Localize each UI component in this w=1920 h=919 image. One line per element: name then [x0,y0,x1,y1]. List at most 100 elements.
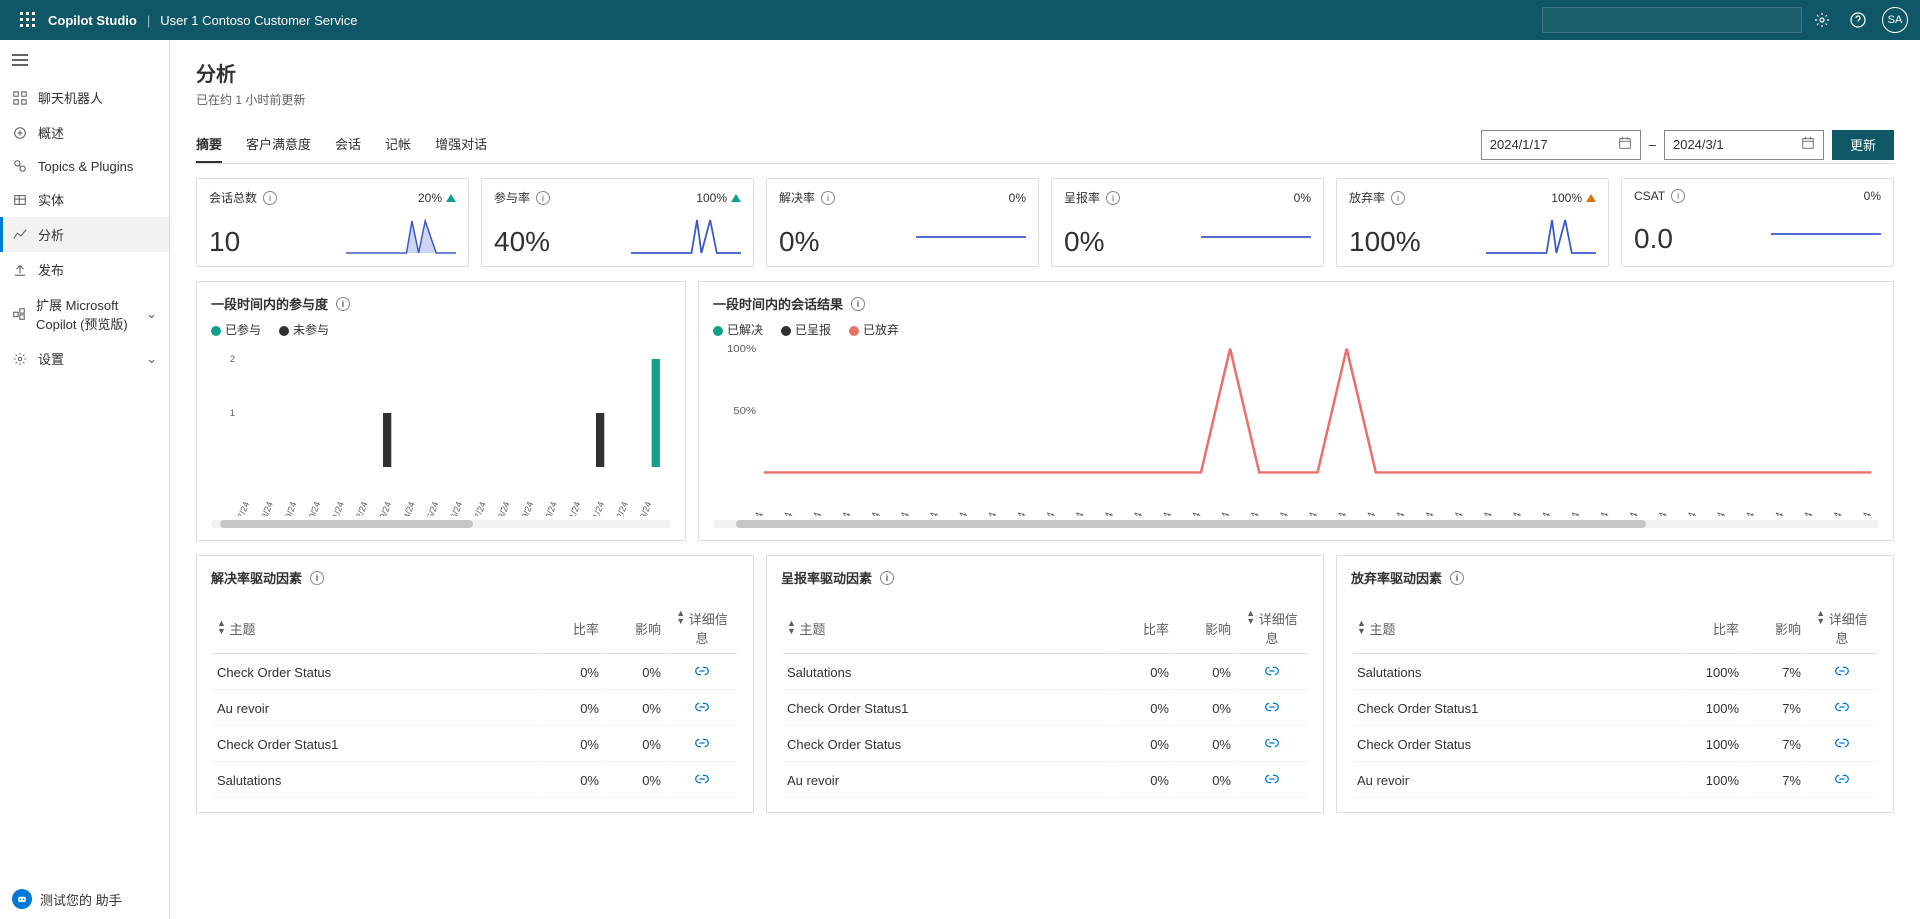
svg-text:1/24/24: 1/24/24 [397,500,417,516]
svg-text:1/19/24: 1/19/24 [279,500,299,516]
col-topic[interactable]: ▲▼ 主题 [783,603,1111,654]
svg-text:1: 1 [230,408,235,418]
environment-switcher[interactable] [1542,7,1802,33]
info-icon[interactable]: i [1671,189,1685,203]
svg-text:2/7/24: 2/7/24 [1356,511,1379,516]
svg-text:1/25/24: 1/25/24 [421,500,441,516]
detail-link-icon[interactable] [693,737,711,752]
svg-text:1/26/24: 1/26/24 [444,500,464,516]
detail-link-icon[interactable] [1263,773,1281,788]
kpi-row: 会话总数 i 20% 10 参与率 i 100% 40% 解决率 i 0% 0% [196,178,1894,267]
col-topic[interactable]: ▲▼ 主题 [1353,603,1681,654]
info-icon[interactable]: i [880,571,894,585]
refresh-button[interactable]: 更新 [1832,130,1894,160]
info-icon[interactable]: i [1391,191,1405,205]
info-icon[interactable]: i [310,571,324,585]
col-rate[interactable]: 比率 [1683,603,1743,654]
table-row: Check Order Status100% 7% [1353,728,1877,762]
kpi-card-5: CSAT i 0% 0.0 [1621,178,1894,267]
chart-scrollbar[interactable] [211,520,671,528]
sidebar-item-label: 聊天机器人 [38,88,103,107]
svg-text:2/17/24: 2/17/24 [1645,511,1670,516]
tab-4[interactable]: 增强对话 [435,126,487,163]
svg-text:2/10/24: 2/10/24 [1441,511,1466,516]
detail-link-icon[interactable] [693,665,711,680]
detail-link-icon[interactable] [1263,701,1281,716]
waffle-icon[interactable] [12,4,44,36]
tab-1[interactable]: 客户满意度 [246,126,311,163]
col-impact[interactable]: 影响 [605,603,665,654]
detail-link-icon[interactable] [1833,773,1851,788]
sidebar-item-upload[interactable]: 发布 [0,252,169,287]
tab-0[interactable]: 摘要 [196,126,222,163]
kpi-card-0: 会话总数 i 20% 10 [196,178,469,267]
sidebar-item-gear[interactable]: 设置 ⌄ [0,341,169,376]
date-from-input[interactable]: 2024/1/17 [1481,130,1641,160]
gear-icon [12,351,28,367]
detail-link-icon[interactable] [693,773,711,788]
date-to-input[interactable]: 2024/3/1 [1664,130,1824,160]
test-copilot-button[interactable]: 测试您的 助手 [0,879,169,919]
info-icon[interactable]: i [821,191,835,205]
detail-link-icon[interactable] [1833,737,1851,752]
topics-icon [12,158,28,174]
sidebar-item-label: 发布 [38,260,64,279]
info-icon[interactable]: i [1450,571,1464,585]
svg-text:1/28/24: 1/28/24 [492,500,512,516]
tab-2[interactable]: 会话 [335,126,361,163]
detail-link-icon[interactable] [1833,701,1851,716]
sidebar-item-label: 扩展 Microsoft Copilot (预览版) [36,295,146,333]
svg-text:2/20/24: 2/20/24 [1733,511,1758,516]
col-detail[interactable]: ▲▼ 详细信息 [1237,603,1307,654]
calendar-icon [1618,136,1632,153]
kpi-value: 100% [1349,226,1421,258]
svg-text:1/29/24: 1/29/24 [515,500,535,516]
sidebar-item-entity[interactable]: 实体 [0,182,169,217]
sparkline [346,215,456,258]
sidebar-item-chart[interactable]: 分析 [0,217,169,252]
svg-text:2/3/24: 2/3/24 [1240,511,1263,516]
detail-link-icon[interactable] [1263,665,1281,680]
table-row: Check Order Status10% 0% [213,728,737,762]
user-avatar[interactable]: SA [1882,7,1908,33]
col-rate[interactable]: 比率 [543,603,603,654]
col-detail[interactable]: ▲▼ 详细信息 [667,603,737,654]
col-detail[interactable]: ▲▼ 详细信息 [1807,603,1877,654]
chevron-down-icon: ⌄ [146,351,157,367]
col-impact[interactable]: 影响 [1175,603,1235,654]
kpi-delta: 0% [1009,191,1026,205]
info-icon[interactable]: i [536,191,550,205]
sidebar-item-extend[interactable]: 扩展 Microsoft Copilot (预览版)⌄ [0,287,169,341]
hamburger-icon[interactable] [0,40,40,80]
tab-bar: 摘要客户满意度会话记帐增强对话 2024/1/17 – 2024/3/1 更新 [196,126,1894,164]
svg-text:1/20/24: 1/20/24 [829,511,854,516]
col-impact[interactable]: 影响 [1745,603,1805,654]
tab-3[interactable]: 记帐 [385,126,411,163]
kpi-delta: 0% [1864,189,1881,203]
settings-icon[interactable] [1806,4,1838,36]
svg-text:2/5/24: 2/5/24 [1298,511,1321,516]
info-icon[interactable]: i [336,297,350,311]
table-row: Salutations100% 7% [1353,656,1877,690]
info-icon[interactable]: i [1106,191,1120,205]
sidebar-item-topics[interactable]: Topics & Plugins [0,150,169,182]
info-icon[interactable]: i [263,191,277,205]
engagement-chart-panel: 一段时间内的参与度 i 已参与未参与 121/17/241/18/241/19/… [196,281,686,541]
detail-link-icon[interactable] [1833,665,1851,680]
sidebar-item-grid[interactable]: 聊天机器人 [0,80,169,115]
sidebar-item-label: 设置 [38,349,64,368]
sidebar-item-plus[interactable]: 概述 [0,115,169,150]
detail-link-icon[interactable] [1263,737,1281,752]
extend-icon [12,306,26,322]
help-icon[interactable] [1842,4,1874,36]
svg-text:1/17/24: 1/17/24 [742,511,767,516]
detail-link-icon[interactable] [693,701,711,716]
col-topic[interactable]: ▲▼ 主题 [213,603,541,654]
plus-icon [12,125,28,141]
info-icon[interactable]: i [851,297,865,311]
environment-name[interactable]: User 1 Contoso Customer Service [160,13,357,28]
col-rate[interactable]: 比率 [1113,603,1173,654]
chart-scrollbar[interactable] [713,520,1879,528]
sparkline [631,215,741,258]
svg-text:2: 2 [230,354,235,364]
